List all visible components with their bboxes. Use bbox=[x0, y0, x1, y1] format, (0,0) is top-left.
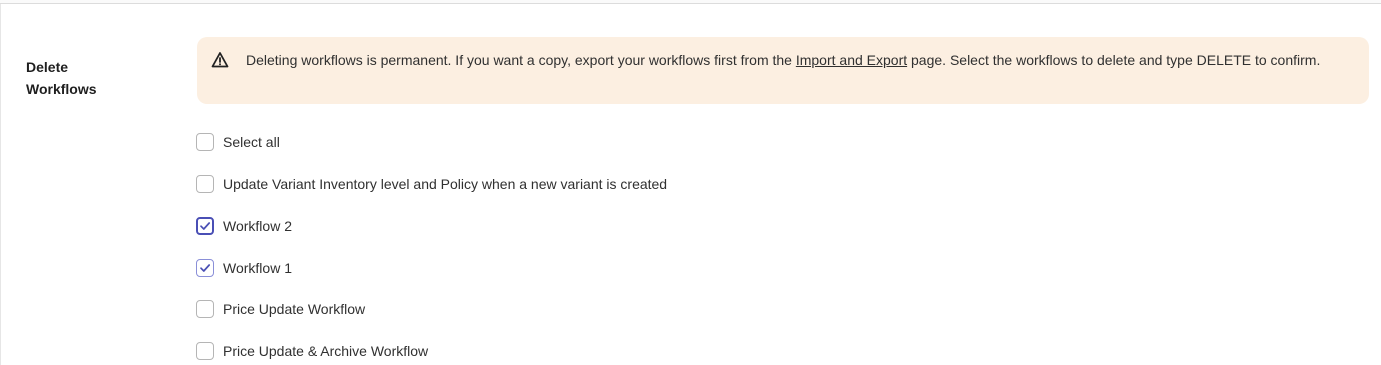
warning-banner: Deleting workflows is permanent. If you … bbox=[197, 37, 1369, 104]
left-divider bbox=[0, 4, 1, 365]
section-title-line1: Delete bbox=[26, 59, 69, 75]
section-title: Delete Workflows bbox=[26, 56, 146, 100]
option-label: Workflow 2 bbox=[223, 218, 292, 234]
option-price-update-workflow[interactable]: Price Update Workflow bbox=[196, 297, 365, 321]
option-workflow-1[interactable]: Workflow 1 bbox=[196, 256, 292, 280]
checkmark-icon bbox=[200, 264, 211, 272]
option-label: Select all bbox=[223, 134, 280, 150]
checkmark-icon bbox=[200, 222, 211, 230]
checkbox[interactable] bbox=[196, 342, 214, 360]
checkbox[interactable] bbox=[196, 175, 214, 193]
checkbox[interactable] bbox=[196, 259, 214, 277]
warning-text-after: page. Select the workflows to delete and… bbox=[907, 52, 1321, 68]
warning-message: Deleting workflows is permanent. If you … bbox=[246, 49, 1356, 71]
checkbox[interactable] bbox=[196, 300, 214, 318]
option-update-variant-inventory[interactable]: Update Variant Inventory level and Polic… bbox=[196, 172, 667, 196]
section-title-line2: Workflows bbox=[26, 81, 97, 97]
option-label: Workflow 1 bbox=[223, 260, 292, 276]
option-select-all[interactable]: Select all bbox=[196, 130, 280, 154]
option-label: Price Update Workflow bbox=[223, 301, 366, 317]
top-divider bbox=[0, 0, 1381, 4]
option-label: Price Update & Archive Workflow bbox=[223, 343, 429, 359]
option-label: Update Variant Inventory level and Polic… bbox=[223, 176, 668, 192]
checkbox[interactable] bbox=[196, 133, 214, 151]
warning-text-before: Deleting workflows is permanent. If you … bbox=[246, 52, 796, 68]
option-workflow-2[interactable]: Workflow 2 bbox=[196, 214, 292, 238]
option-price-update-archive-workflow[interactable]: Price Update & Archive Workflow bbox=[196, 339, 428, 363]
import-export-link[interactable]: Import and Export bbox=[796, 52, 907, 68]
checkbox[interactable] bbox=[196, 217, 214, 235]
warning-triangle-icon bbox=[211, 51, 229, 69]
